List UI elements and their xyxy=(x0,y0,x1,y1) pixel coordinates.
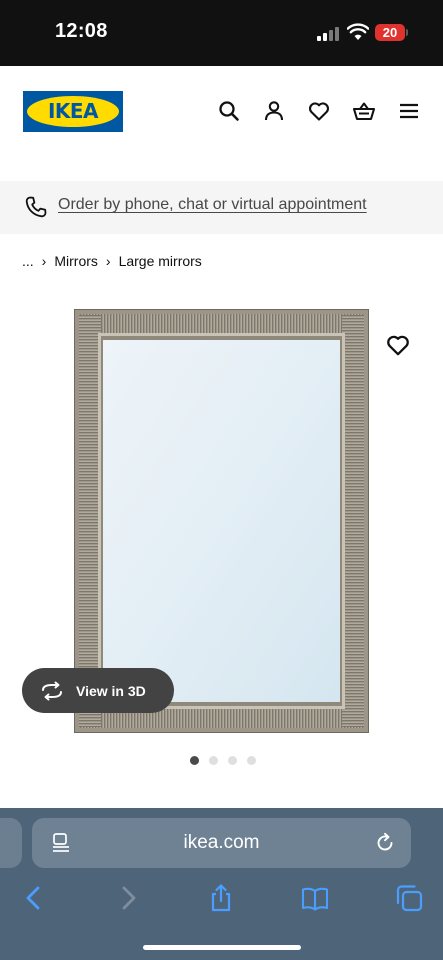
url-text: ikea.com xyxy=(183,832,260,853)
ikea-logo[interactable]: IKEA xyxy=(23,91,123,132)
logo-text: IKEA xyxy=(47,99,99,123)
carousel-dot[interactable] xyxy=(228,756,237,765)
address-bar[interactable]: ikea.com xyxy=(32,818,411,868)
phone-icon xyxy=(25,196,47,218)
menu-icon[interactable] xyxy=(397,99,421,123)
wishlist-heart-icon[interactable] xyxy=(307,99,331,123)
breadcrumb-mirrors[interactable]: Mirrors xyxy=(54,253,98,269)
add-to-wishlist-icon[interactable] xyxy=(385,332,411,358)
carousel-dot[interactable] xyxy=(190,756,199,765)
home-indicator[interactable] xyxy=(143,945,301,950)
search-icon[interactable] xyxy=(217,99,241,123)
back-icon[interactable] xyxy=(19,883,49,913)
breadcrumb: ... › Mirrors › Large mirrors xyxy=(22,253,202,269)
breadcrumb-ellipsis[interactable]: ... xyxy=(22,253,34,269)
battery-tip xyxy=(406,29,408,36)
view-in-3d-button[interactable]: View in 3D xyxy=(22,668,174,713)
carousel-dot[interactable] xyxy=(247,756,256,765)
previous-tab-peek[interactable] xyxy=(0,818,22,868)
chevron-right-icon: › xyxy=(41,253,47,269)
rotate-3d-icon xyxy=(42,681,62,700)
reload-icon[interactable] xyxy=(374,832,396,854)
cellular-signal-icon xyxy=(317,25,341,41)
browser-toolbar: ikea.com xyxy=(0,808,443,960)
account-icon[interactable] xyxy=(262,99,286,123)
chevron-right-icon: › xyxy=(105,253,111,269)
image-carousel-indicator xyxy=(190,756,256,765)
tabs-icon[interactable] xyxy=(394,883,424,913)
battery-level: 20 xyxy=(375,24,405,41)
bookmarks-icon[interactable] xyxy=(300,883,330,913)
status-time: 12:08 xyxy=(55,20,108,42)
forward-icon[interactable] xyxy=(113,883,143,913)
wifi-icon xyxy=(347,23,369,40)
order-by-phone-link[interactable]: Order by phone, chat or virtual appointm… xyxy=(58,196,367,214)
carousel-dot[interactable] xyxy=(209,756,218,765)
contact-banner: Order by phone, chat or virtual appointm… xyxy=(0,181,443,234)
basket-icon[interactable] xyxy=(352,99,376,123)
site-header: IKEA xyxy=(0,66,443,181)
breadcrumb-large-mirrors[interactable]: Large mirrors xyxy=(119,253,202,269)
status-bar: 12:08 20 xyxy=(0,0,443,66)
view-in-3d-label: View in 3D xyxy=(76,682,146,699)
share-icon[interactable] xyxy=(206,883,236,913)
